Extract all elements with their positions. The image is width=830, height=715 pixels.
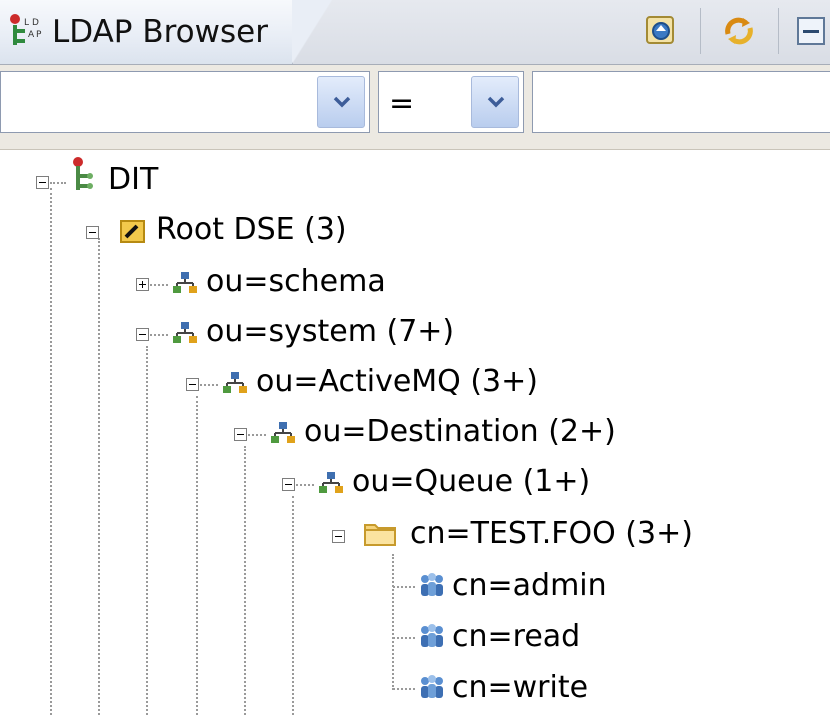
group-icon: [421, 573, 443, 596]
organizational-unit-icon: [173, 272, 197, 293]
tree-node-label: Root DSE (3): [156, 212, 347, 247]
tree-connector: [296, 484, 314, 486]
back-to-connection-icon[interactable]: [642, 12, 680, 50]
filter-bar: =: [0, 65, 830, 150]
svg-text:P: P: [36, 30, 42, 40]
ldap-tree[interactable]: DIT Root DSE (3) ou=schema ou=system (7+…: [0, 150, 830, 715]
tree-node-root-dse[interactable]: Root DSE (3): [0, 208, 500, 252]
collapse-all-icon[interactable]: [796, 12, 830, 50]
toolbar-separator: [700, 8, 701, 54]
ldap-browser-icon: L D A P: [10, 14, 42, 45]
tree-node-label: cn=TEST.FOO (3+): [410, 516, 693, 551]
organizational-unit-icon: [173, 322, 197, 343]
tree-node-label: ou=schema: [206, 264, 386, 299]
group-icon: [421, 675, 443, 698]
tree-node-label: cn=read: [452, 619, 581, 654]
collapse-icon[interactable]: [186, 378, 199, 391]
collapse-icon[interactable]: [282, 478, 295, 491]
chevron-down-icon: [487, 96, 505, 108]
tree-node-ou-activemq[interactable]: ou=ActiveMQ (3+): [0, 360, 650, 404]
operator-dropdown-button[interactable]: [471, 76, 519, 128]
organizational-unit-icon: [271, 422, 295, 443]
tree-node-dit[interactable]: DIT: [0, 156, 400, 200]
filter-value-field[interactable]: [532, 71, 830, 133]
expand-icon[interactable]: [136, 278, 149, 291]
tree-node-label: DIT: [108, 162, 159, 197]
collapse-icon[interactable]: [332, 530, 345, 543]
group-icon: [421, 624, 443, 647]
collapse-icon[interactable]: [86, 226, 99, 239]
attribute-combo[interactable]: [0, 71, 370, 133]
tree-node-ou-schema[interactable]: ou=schema: [0, 260, 500, 304]
collapse-icon[interactable]: [136, 328, 149, 341]
tree-node-cn-test-foo[interactable]: cn=TEST.FOO (3+): [0, 512, 780, 556]
attribute-dropdown-button[interactable]: [317, 76, 365, 128]
organizational-unit-icon: [223, 372, 247, 393]
collapse-icon[interactable]: [234, 428, 247, 441]
svg-text:L: L: [24, 18, 29, 28]
folder-icon: [364, 524, 396, 546]
tree-node-ou-destination[interactable]: ou=Destination (2+): [0, 410, 700, 454]
tree-connector: [150, 284, 168, 286]
root-dse-icon: [120, 220, 145, 243]
tree-connector: [150, 334, 168, 336]
tree-node-label: ou=Queue (1+): [352, 464, 591, 499]
tree-connector: [50, 182, 66, 184]
refresh-icon[interactable]: [720, 12, 758, 50]
tree-node-label: ou=system (7+): [206, 314, 455, 349]
tree-node-ou-system[interactable]: ou=system (7+): [0, 310, 600, 354]
collapse-icon[interactable]: [36, 176, 49, 189]
chevron-down-icon: [333, 96, 351, 108]
tree-node-label: ou=ActiveMQ (3+): [256, 364, 538, 399]
tree-node-label: ou=Destination (2+): [304, 414, 616, 449]
tree-node-cn-admin[interactable]: cn=admin: [0, 564, 780, 608]
tree-node-label: cn=admin: [452, 568, 607, 603]
tree-node-cn-read[interactable]: cn=read: [0, 615, 780, 659]
svg-text:D: D: [32, 18, 39, 28]
view-title: LDAP Browser: [52, 14, 268, 50]
operator-combo[interactable]: =: [378, 71, 524, 133]
organizational-unit-icon: [319, 472, 343, 493]
dit-icon: [73, 157, 93, 190]
tree-connector: [200, 384, 218, 386]
toolbar-separator: [778, 8, 779, 54]
svg-text:A: A: [28, 30, 35, 40]
view-header: L D A P LDAP Browser: [0, 0, 830, 65]
ldap-browser-tab[interactable]: L D A P LDAP Browser: [0, 0, 293, 64]
tab-edge: [292, 0, 332, 64]
operator-combo-value: =: [389, 86, 415, 121]
tree-node-cn-write[interactable]: cn=write: [0, 666, 780, 710]
tree-connector: [248, 434, 266, 436]
tree-node-label: cn=write: [452, 670, 589, 705]
tree-node-ou-queue[interactable]: ou=Queue (1+): [0, 460, 700, 504]
